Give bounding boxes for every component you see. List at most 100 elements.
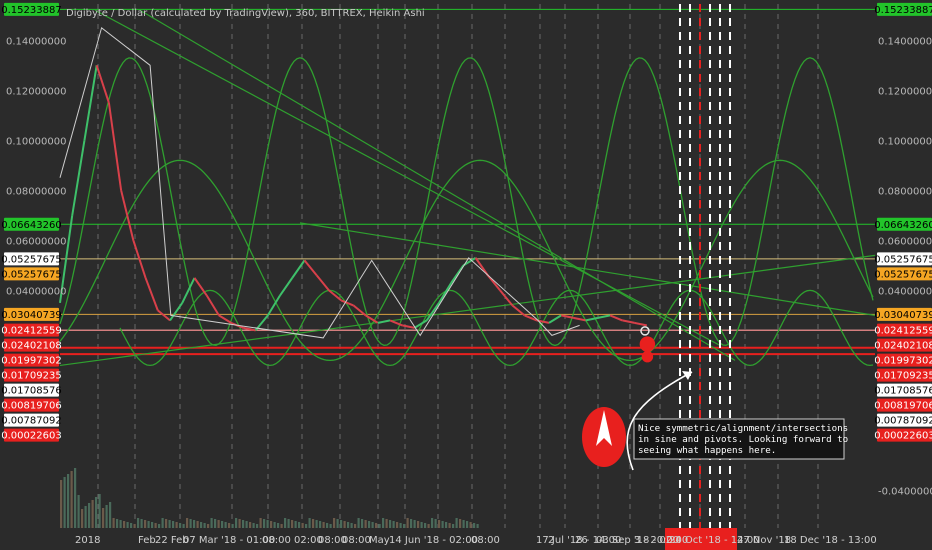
time-axis-label: 2 [548, 535, 554, 546]
volume-bar [459, 519, 462, 528]
volume-bar [462, 520, 465, 528]
volume-bar [200, 522, 203, 528]
volume-bar [210, 518, 213, 528]
volume-bar [399, 523, 402, 528]
volume-bar [63, 477, 66, 528]
right-tick-label: -0.04000000 [878, 486, 932, 497]
time-axis-label: 26 [575, 535, 588, 546]
price-tag-label: 0.00787092 [1, 416, 61, 427]
time-axis-label: 08:00 [262, 535, 291, 546]
volume-bar [126, 522, 129, 528]
price-tag-label: 0.00819706 [1, 401, 61, 412]
left-tick-label: 0.06000000 [6, 236, 66, 247]
volume-bar [203, 523, 206, 528]
volume-bar [417, 521, 420, 528]
volume-bar [221, 521, 224, 528]
volume-bar [413, 520, 416, 528]
volume-bar [312, 519, 315, 528]
right-tick-label: 0.08000000 [878, 186, 932, 197]
price-tag-label: 0.00022603 [1, 431, 61, 442]
volume-bar [406, 518, 409, 528]
time-axis-label: 18 Dec '18 - 13:00 [784, 535, 877, 546]
volume-bar [280, 524, 283, 528]
price-tag-label: 0.03040739 [1, 310, 61, 321]
volume-bar [294, 521, 297, 528]
price-tag-label: 0.15233887 [1, 5, 61, 16]
volume-bar [368, 521, 371, 528]
volume-bar [354, 524, 357, 528]
volume-bar [84, 506, 87, 528]
time-axis-label: 08:00 [471, 535, 500, 546]
price-tag-label: 0.06643260 [874, 220, 932, 231]
price-tag-label: 0.00819706 [874, 401, 932, 412]
time-axis-label: 14 Jun '18 - 02:00 [389, 535, 478, 546]
volume-bar [249, 522, 252, 528]
price-tag-label: 0.00787092 [874, 416, 932, 427]
volume-bar [427, 524, 430, 528]
volume-bar [403, 524, 406, 528]
volume-bar [77, 495, 80, 528]
volume-bar [147, 521, 150, 528]
time-axis: 2018 Feb 22 Feb07 Mar '18 - 01:0008:00 02:0… [0, 528, 932, 550]
volume-bar [361, 519, 364, 528]
volume-bar [70, 471, 73, 528]
volume-bar [172, 521, 175, 528]
volume-bar [242, 520, 245, 528]
volume-bar [357, 518, 360, 528]
volume-bar [319, 521, 322, 528]
volume-bar [263, 519, 266, 528]
volume-bar [445, 522, 448, 528]
annotation-line: seeing what happens here. [638, 445, 776, 456]
volume-bar [333, 518, 336, 528]
volume-bar [452, 524, 455, 528]
volume-bar [298, 522, 301, 528]
volume-bar [165, 519, 168, 528]
price-tag-label: 0.01709235 [874, 371, 932, 382]
left-tick-label: 0.14000000 [6, 36, 66, 47]
volume-bar [473, 523, 476, 528]
time-axis-label: Feb [138, 535, 156, 546]
volume-bar [305, 524, 308, 528]
volume-bar [74, 468, 77, 528]
volume-bar [196, 521, 199, 528]
volume-bar [476, 524, 479, 528]
volume-bar [326, 523, 329, 528]
volume-bar [273, 522, 276, 528]
volume-bar [343, 521, 346, 528]
price-tag-label: 0.00022603 [874, 431, 932, 442]
price-tag-label: 0.02402108 [1, 341, 61, 352]
volume-bar [469, 522, 472, 528]
left-tick-label: 0.08000000 [6, 186, 66, 197]
volume-bar [130, 523, 133, 528]
volume-bar [133, 524, 136, 528]
left-tick-label: 0.12000000 [6, 86, 66, 97]
right-tick-label: 0.14000000 [878, 36, 932, 47]
right-tick-label: 0.10000000 [878, 136, 932, 147]
volume-bar [95, 497, 98, 528]
volume-bar [441, 521, 444, 528]
volume-bar [182, 524, 185, 528]
volume-bar [364, 520, 367, 528]
volume-bar [151, 522, 154, 528]
right-tick-label: 0.06000000 [878, 236, 932, 247]
volume-bar [81, 509, 84, 528]
price-chart[interactable]: Digibyte / Dollar (calculated by Trading… [0, 0, 932, 550]
volume-bar [382, 518, 385, 528]
volume-bar [424, 523, 427, 528]
price-tag-label: 0.15233887 [874, 5, 932, 16]
volume-bar [119, 520, 122, 528]
volume-bar [259, 518, 262, 528]
volume-bar [98, 494, 101, 528]
volume-bar [161, 518, 164, 528]
price-tag-label: 0.01997302 [1, 356, 61, 367]
volume-bar [112, 518, 115, 528]
right-tick-label: 0.12000000 [878, 86, 932, 97]
volume-bar [392, 521, 395, 528]
price-tag-label: 0.01708576 [1, 386, 61, 397]
volume-bar [60, 480, 63, 528]
volume-bar [88, 503, 91, 528]
volume-bar [217, 520, 220, 528]
volume-bar [301, 523, 304, 528]
volume-bar [350, 523, 353, 528]
time-axis-label: 08:00 [342, 535, 371, 546]
